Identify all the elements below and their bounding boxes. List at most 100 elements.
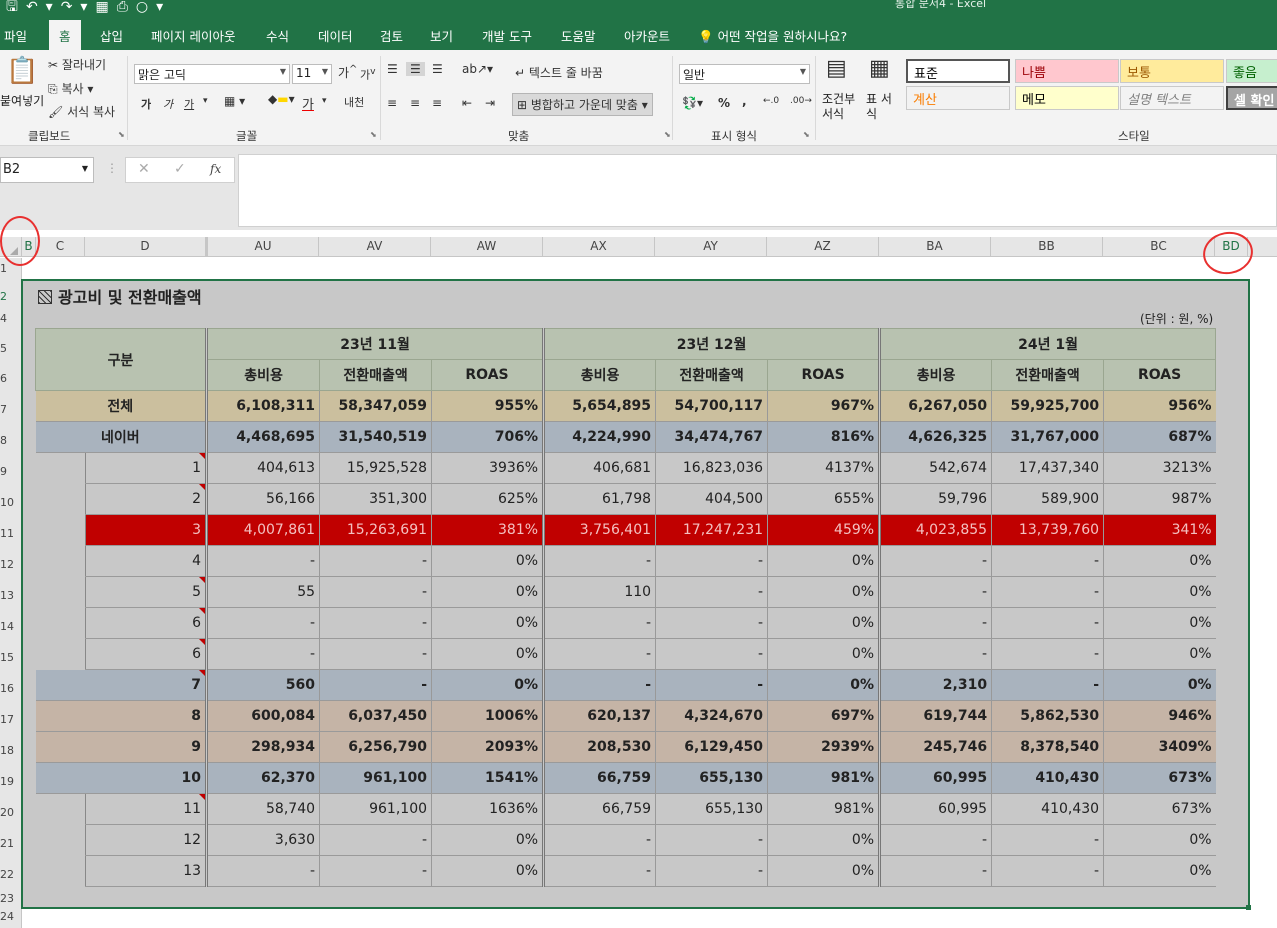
row-label[interactable]: 5 <box>84 576 207 608</box>
fill-handle[interactable] <box>1246 905 1251 910</box>
data-cell[interactable]: 961,100 <box>319 793 432 825</box>
dialog-launcher-icon[interactable]: ⬊ <box>664 130 671 139</box>
data-cell[interactable]: - <box>542 824 656 856</box>
data-cell[interactable]: 298,934 <box>205 731 320 763</box>
row-header[interactable]: 14 <box>0 620 22 633</box>
comma-button[interactable]: , <box>742 94 747 108</box>
data-cell[interactable]: - <box>205 638 320 670</box>
data-cell[interactable]: - <box>878 607 992 639</box>
cancel-icon[interactable]: ✕ <box>138 161 150 177</box>
conditional-format-button[interactable]: 조건부 서식 <box>822 92 862 122</box>
align-right-icon[interactable]: ≡ <box>432 96 442 110</box>
row-header[interactable]: 9 <box>0 465 22 478</box>
data-cell[interactable]: 406,681 <box>542 452 656 484</box>
data-cell[interactable]: 589,900 <box>991 483 1104 515</box>
data-cell[interactable]: 0% <box>767 545 880 577</box>
column-header-au[interactable]: AU <box>206 237 319 257</box>
form-icon[interactable]: ▦ <box>95 0 116 15</box>
row-label[interactable]: 12 <box>84 824 207 856</box>
data-cell[interactable]: - <box>655 576 768 608</box>
cell-style-0[interactable]: 표준 <box>906 59 1010 83</box>
row-label[interactable]: 6 <box>84 607 207 639</box>
data-cell[interactable]: 3,756,401 <box>542 514 656 546</box>
data-cell[interactable]: 0% <box>431 824 544 856</box>
row-label[interactable]: 7 <box>35 669 207 701</box>
data-cell[interactable]: 619,744 <box>878 700 992 732</box>
row-label[interactable]: 9 <box>35 731 207 763</box>
data-cell[interactable]: 600,084 <box>205 700 320 732</box>
decrease-indent-icon[interactable]: ⇤ <box>462 96 472 110</box>
data-cell[interactable]: 4137% <box>767 452 880 484</box>
row-header[interactable]: 19 <box>0 775 22 788</box>
data-cell[interactable]: - <box>319 607 432 639</box>
align-middle-icon[interactable]: ☰ <box>406 62 425 76</box>
data-cell[interactable]: 4,626,325 <box>878 421 992 453</box>
row-header[interactable]: 7 <box>0 403 22 416</box>
data-cell[interactable]: 34,474,767 <box>655 421 768 453</box>
tab-help[interactable]: 도움말 <box>561 26 596 45</box>
column-header-ay[interactable]: AY <box>655 237 767 257</box>
cell-style-3[interactable]: 좋음 <box>1226 59 1277 83</box>
data-cell[interactable]: 66,759 <box>542 762 656 794</box>
data-cell[interactable]: 31,767,000 <box>991 421 1104 453</box>
data-cell[interactable]: - <box>991 855 1104 887</box>
data-cell[interactable]: - <box>655 545 768 577</box>
currency-icon[interactable]: 💱▾ <box>682 96 703 110</box>
data-cell[interactable]: 655,130 <box>655 793 768 825</box>
align-top-icon[interactable]: ☰ <box>387 62 398 76</box>
data-cell[interactable]: 66,759 <box>542 793 656 825</box>
data-cell[interactable]: 5,654,895 <box>542 390 656 422</box>
cell-style-1[interactable]: 나쁨 <box>1015 59 1119 83</box>
percent-button[interactable]: % <box>718 96 730 110</box>
data-cell[interactable]: 58,347,059 <box>319 390 432 422</box>
data-cell[interactable]: - <box>542 607 656 639</box>
tab-data[interactable]: 데이터 <box>318 26 353 45</box>
data-cell[interactable]: 110 <box>542 576 656 608</box>
data-cell[interactable]: 15,925,528 <box>319 452 432 484</box>
data-cell[interactable]: 341% <box>1103 514 1216 546</box>
data-cell[interactable]: 687% <box>1103 421 1216 453</box>
data-cell[interactable]: 0% <box>1103 576 1216 608</box>
row-header[interactable]: 16 <box>0 682 22 695</box>
data-cell[interactable]: 0% <box>431 669 544 701</box>
redo-icon[interactable]: ↷▾ <box>61 0 96 15</box>
data-cell[interactable]: 55 <box>205 576 320 608</box>
column-header-bb[interactable]: BB <box>991 237 1103 257</box>
data-cell[interactable]: 4,468,695 <box>205 421 320 453</box>
column-header-bc[interactable]: BC <box>1103 237 1215 257</box>
tab-insert[interactable]: 삽입 <box>100 26 123 45</box>
row-header[interactable]: 6 <box>0 372 22 385</box>
column-header-aw[interactable]: AW <box>431 237 543 257</box>
tell-me-box[interactable]: 💡 어떤 작업을 원하시나요? <box>698 26 847 45</box>
row-header[interactable]: 8 <box>0 434 22 447</box>
data-cell[interactable]: 673% <box>1103 793 1216 825</box>
data-cell[interactable]: 31,540,519 <box>319 421 432 453</box>
data-cell[interactable]: - <box>319 855 432 887</box>
row-label[interactable]: 8 <box>35 700 207 732</box>
data-cell[interactable]: 62,370 <box>205 762 320 794</box>
data-cell[interactable]: - <box>655 855 768 887</box>
row-header[interactable]: 5 <box>0 342 22 355</box>
undo-icon[interactable]: ↶▾ <box>26 0 61 15</box>
name-box[interactable]: B2 ▼ <box>0 157 94 183</box>
data-cell[interactable]: 459% <box>767 514 880 546</box>
row-header[interactable]: 12 <box>0 558 22 571</box>
data-cell[interactable]: 1541% <box>431 762 544 794</box>
row-label[interactable]: 3 <box>84 514 207 546</box>
tab-account[interactable]: 아카운트 <box>624 26 670 45</box>
row-header[interactable]: 11 <box>0 527 22 540</box>
formula-input[interactable] <box>238 154 1277 227</box>
data-cell[interactable]: - <box>319 669 432 701</box>
data-cell[interactable]: 560 <box>205 669 320 701</box>
cell-style-7[interactable]: 셀 확인 <box>1226 86 1277 110</box>
dialog-launcher-icon[interactable]: ⬊ <box>370 130 377 139</box>
align-left-icon[interactable]: ≡ <box>387 96 397 110</box>
data-cell[interactable]: - <box>205 607 320 639</box>
row-header[interactable]: 20 <box>0 806 22 819</box>
number-format-select[interactable]: 일반 ▼ <box>679 64 810 84</box>
data-cell[interactable]: - <box>655 607 768 639</box>
conditional-format-icon[interactable]: ▤ <box>826 56 847 81</box>
merge-center-button[interactable]: ⊞ 병합하고 가운데 맞춤 ▾ <box>512 93 653 116</box>
data-cell[interactable]: - <box>319 638 432 670</box>
data-cell[interactable]: 0% <box>767 855 880 887</box>
